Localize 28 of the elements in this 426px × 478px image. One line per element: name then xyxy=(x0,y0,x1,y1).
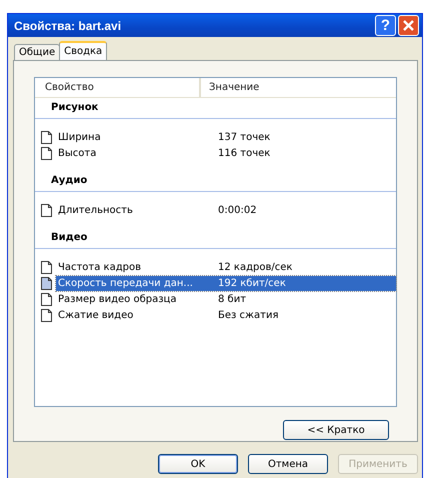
column-header[interactable]: Свойство xyxy=(35,78,201,97)
group-header: Аудио xyxy=(35,171,396,192)
group-header: Рисунок xyxy=(35,98,396,119)
group-header: Видео xyxy=(35,228,396,249)
column-header[interactable]: Значение xyxy=(201,78,396,97)
document-icon xyxy=(41,292,52,306)
dialog-button[interactable]: Отмена xyxy=(248,454,328,474)
list-row[interactable]: Длительность 0:00:02 xyxy=(56,202,396,218)
document-icon xyxy=(41,276,52,290)
document-icon xyxy=(41,204,52,216)
dialog-button[interactable]: OK xyxy=(158,454,238,474)
summary-toggle-button[interactable]: << Кратко xyxy=(283,420,389,440)
tab[interactable]: Сводка xyxy=(59,41,108,60)
list-row[interactable]: Размер видео образца 8 бит xyxy=(56,292,396,306)
help-button[interactable]: ? xyxy=(375,15,396,36)
document-icon xyxy=(41,130,52,144)
list-row[interactable]: Сжатие видео Без сжатия xyxy=(56,308,396,322)
list-row[interactable]: Скорость передачи дан... 192 кбит/сек xyxy=(56,276,396,290)
close-icon xyxy=(402,19,415,32)
close-button[interactable] xyxy=(398,15,419,36)
tab[interactable]: Общие xyxy=(14,44,60,60)
list-row[interactable]: Ширина 137 точек xyxy=(56,130,396,144)
document-icon xyxy=(41,146,52,160)
window-title: Свойства: bart.avi xyxy=(14,18,122,32)
document-icon xyxy=(41,308,52,322)
list-row[interactable]: Частота кадров 12 кадров/сек xyxy=(56,260,396,274)
list-row[interactable]: Высота 116 точек xyxy=(56,146,396,160)
document-icon xyxy=(41,260,52,274)
